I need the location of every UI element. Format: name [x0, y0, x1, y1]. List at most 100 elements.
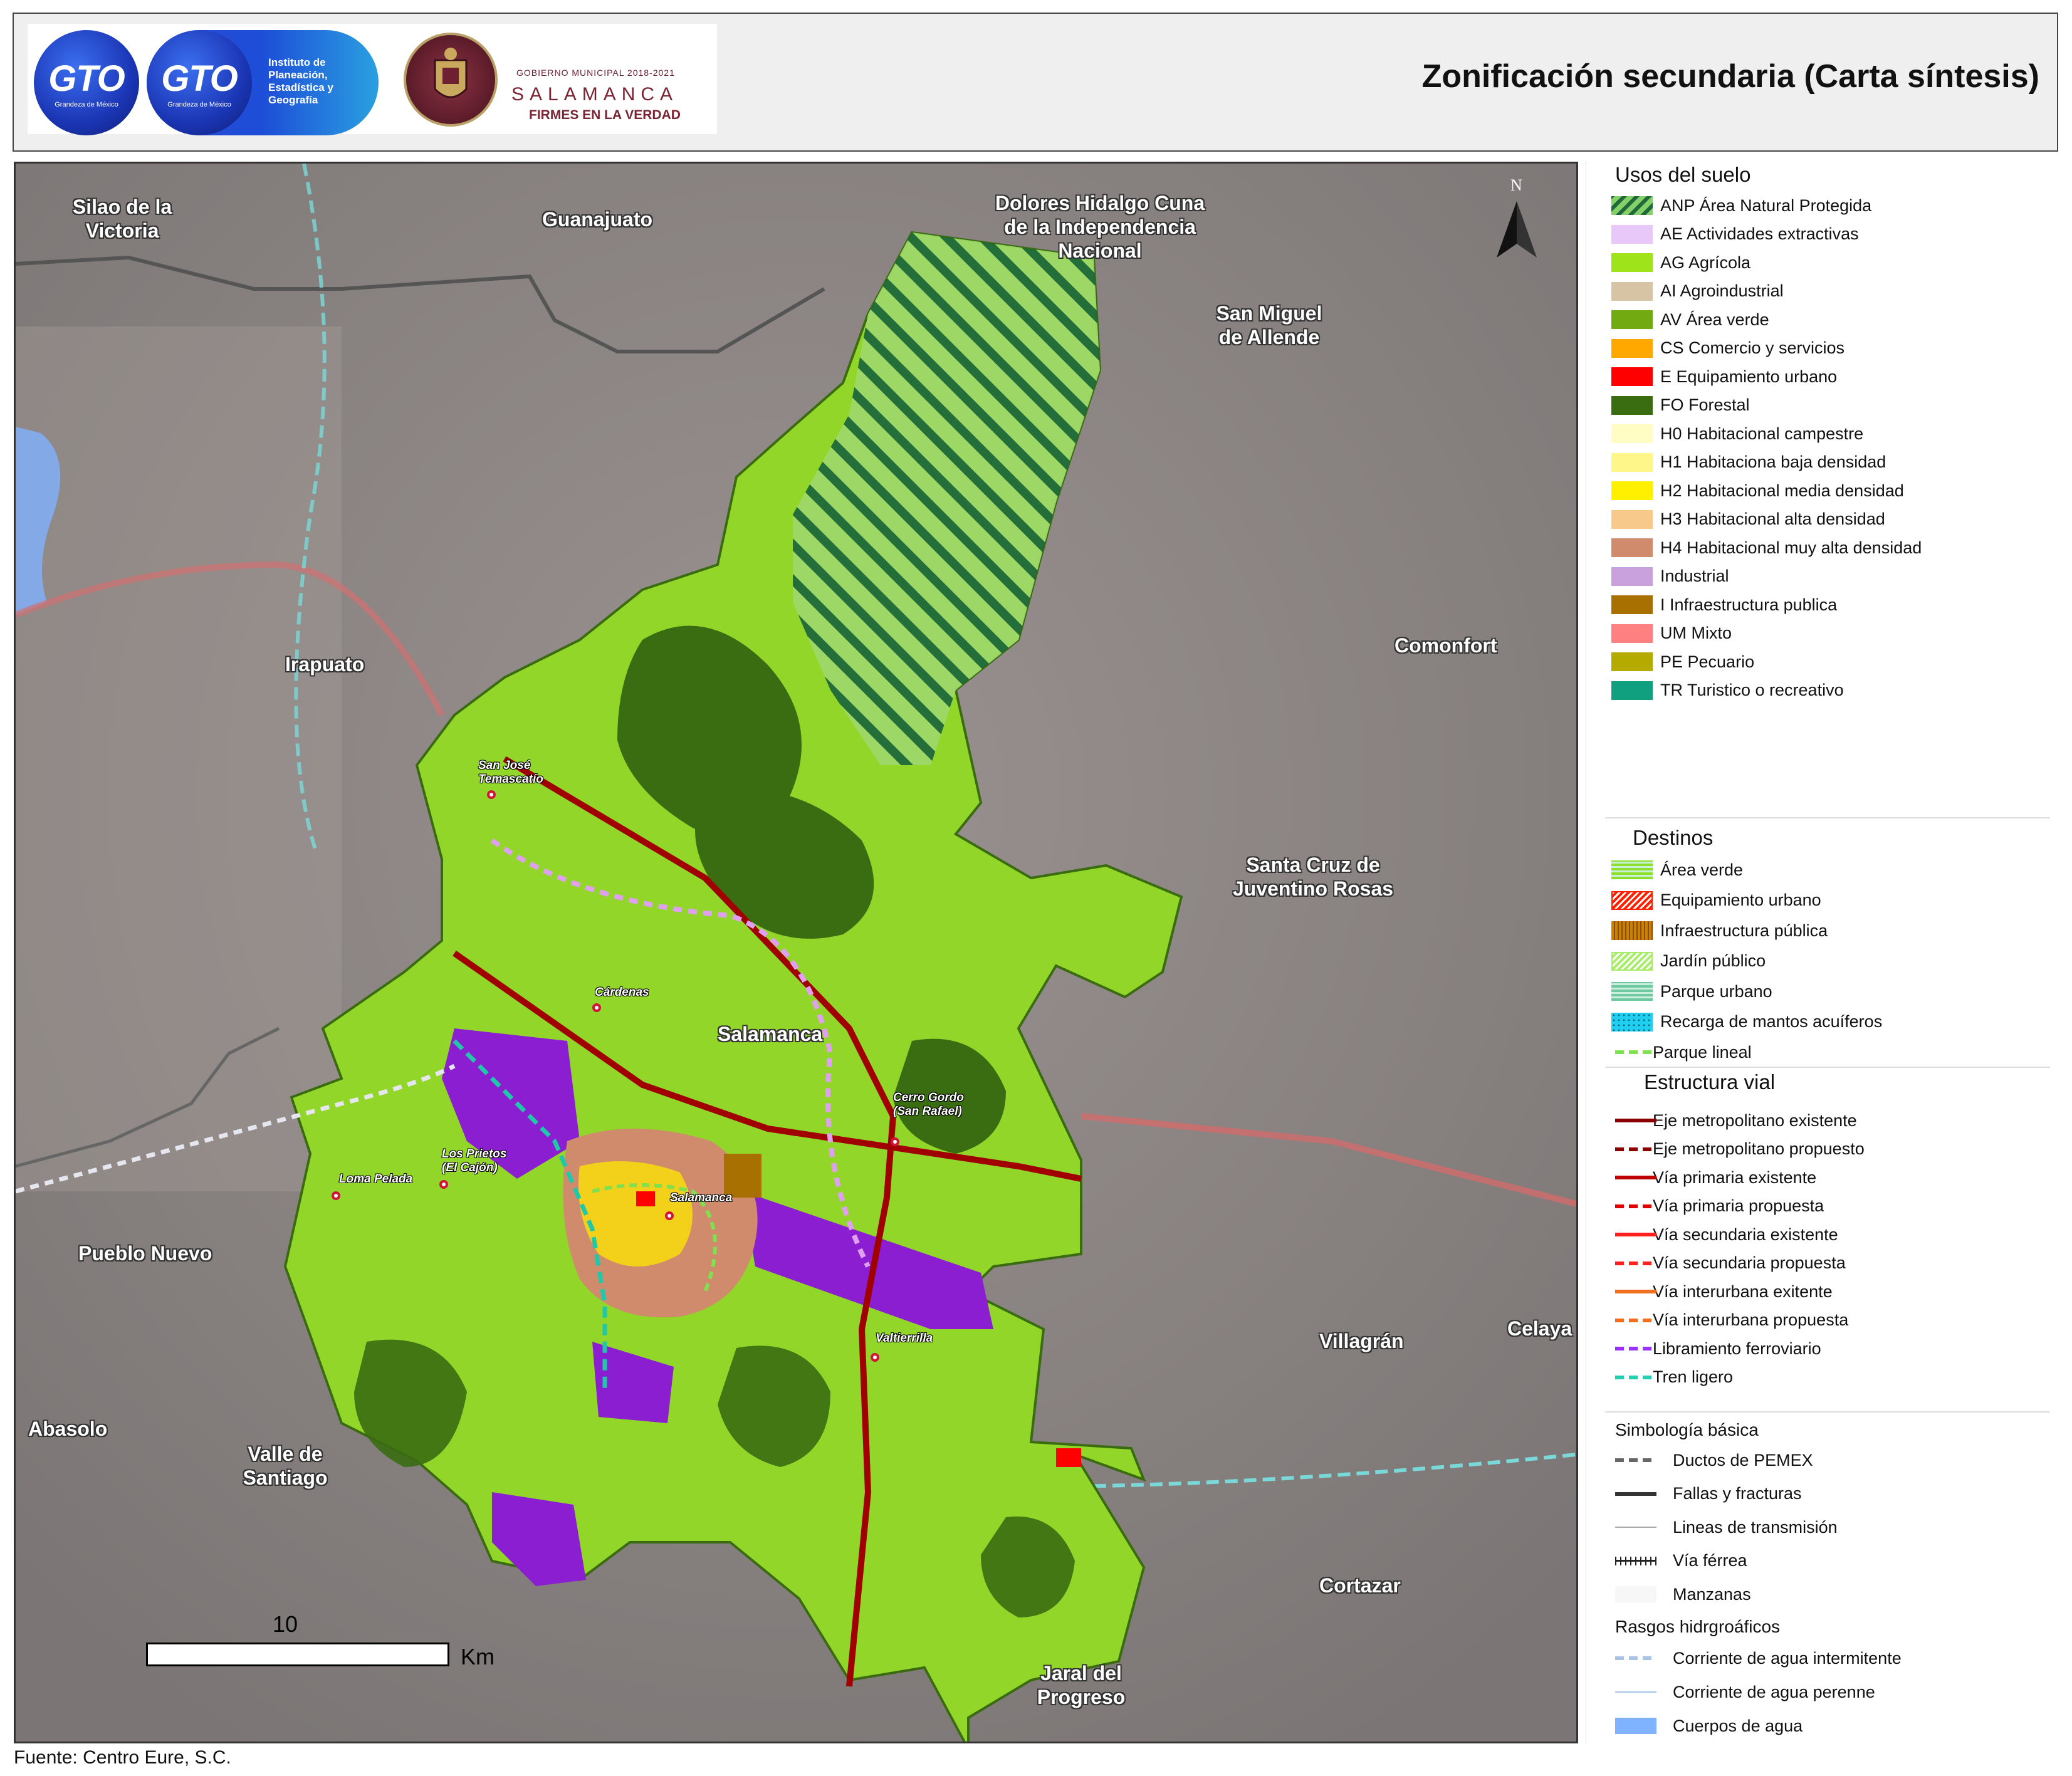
- legend-item: Tren ligero: [1611, 1365, 1733, 1390]
- iplaneg-gto-text: GTO: [161, 58, 238, 99]
- legend-line-swatch: [1611, 1282, 1660, 1301]
- legend-line-swatch: [1611, 1197, 1660, 1216]
- equipment-spot: [1056, 1448, 1081, 1467]
- locality-pin: [665, 1211, 674, 1220]
- legend-item-label: Vía interurbana exitente: [1653, 1282, 1833, 1301]
- legend-item: Vía interurbana propuesta: [1611, 1308, 1848, 1333]
- legend-item-label: Recarga de mantos acuíferos: [1660, 1012, 1883, 1031]
- place-label-irapuato: Irapuato: [285, 653, 365, 676]
- iplaneg-name: Instituto de Planeación, Estadística y G…: [268, 56, 333, 106]
- legend-item: Eje metropolitano propuesto: [1611, 1137, 1865, 1162]
- legend-panel: Usos del suelo ANP Área Natural Protegid…: [1586, 162, 2058, 1743]
- legend-item: Libramiento ferroviario: [1611, 1336, 1821, 1361]
- legend-item: H1 Habitaciona baja densidad: [1611, 450, 1886, 475]
- legend-item: Parque urbano: [1611, 979, 1772, 1004]
- legend-item-label: Tren ligero: [1653, 1367, 1734, 1386]
- legend-item: FO Forestal: [1611, 393, 1750, 418]
- legend-item: Infraestructura pública: [1611, 918, 1828, 943]
- legend-swatch: [1611, 538, 1653, 557]
- legend-item: Jardín público: [1611, 949, 1766, 974]
- salamanca-seal-icon: [404, 33, 498, 127]
- legend-item: Fallas y fracturas: [1611, 1481, 1802, 1507]
- legend-item-label: FO Forestal: [1660, 395, 1750, 414]
- scale-bar-graphic: [146, 1643, 449, 1666]
- iplaneg-gto-subtitle: Grandeza de México: [167, 100, 231, 108]
- legend-item-label: TR Turistico o recreativo: [1660, 681, 1844, 699]
- place-label-guanajuato: Guanajuato: [542, 208, 653, 231]
- place-label-celaya: Celaya: [1507, 1317, 1572, 1340]
- legend-item: Área verde: [1611, 857, 1743, 882]
- legend-item-label: AE Actividades extractivas: [1660, 224, 1859, 243]
- locality-label-los-prietos: Los Prietos (El Cajón): [442, 1147, 507, 1174]
- legend-swatch: [1611, 452, 1653, 472]
- legend-line-swatch: [1611, 1585, 1660, 1604]
- legend-item-label: Industrial: [1660, 567, 1729, 585]
- legend-item-label: Infraestructura pública: [1660, 921, 1828, 940]
- legend-line-swatch: [1611, 1518, 1660, 1537]
- legend-item-label: PE Pecuario: [1660, 652, 1755, 671]
- legend-line-swatch: [1611, 1485, 1660, 1503]
- legend-line-swatch: [1611, 1043, 1660, 1062]
- legend-swatch: [1611, 367, 1653, 386]
- legend-item: AI Agroindustrial: [1611, 279, 1784, 304]
- legend-item: Corriente de agua perenne: [1611, 1679, 1875, 1705]
- legend-item: Cuerpos de agua: [1611, 1713, 1803, 1738]
- locality-pin: [871, 1353, 879, 1362]
- map-view[interactable]: Silao de la Victoria Guanajuato Dolores …: [14, 162, 1578, 1743]
- legend-line-swatch: [1611, 1716, 1660, 1735]
- legend-swatch: [1611, 652, 1653, 671]
- legend-item-label: Vía secundaria propuesta: [1653, 1253, 1846, 1272]
- legend-item: AE Actividades extractivas: [1611, 222, 1859, 247]
- source-footer: Fuente: Centro Eure, S.C.: [14, 1747, 231, 1768]
- legend-item-label: H2 Habitacional media densidad: [1660, 481, 1904, 500]
- legend-item-label: E Equipamiento urbano: [1660, 367, 1838, 386]
- city-name: SALAMANCA: [511, 84, 679, 105]
- legend-line-swatch: [1611, 1311, 1660, 1330]
- legend-divider: [1605, 1067, 2050, 1068]
- map-title: Zonificación secundaria (Carta síntesis): [1421, 58, 2039, 95]
- legend-swatch: [1611, 509, 1653, 529]
- legend-item-label: Vía interurbana propuesta: [1653, 1310, 1849, 1329]
- legend-heading-vial: Estructura vial: [1644, 1070, 1776, 1094]
- locality-pin: [487, 790, 496, 799]
- legend-item: UM Mixto: [1611, 621, 1732, 646]
- place-label-santa-cruz: Santa Cruz de Juventino Rosas: [1232, 854, 1394, 900]
- urban-equipment: [636, 1191, 655, 1206]
- place-label-salamanca: Salamanca: [718, 1023, 823, 1045]
- legend-item-label: Área verde: [1660, 860, 1744, 879]
- gto-logo-text: GTO: [48, 58, 125, 99]
- legend-line-swatch: [1611, 1451, 1660, 1470]
- legend-item-label: UM Mixto: [1660, 624, 1732, 642]
- legend-item-label: H0 Habitacional campestre: [1660, 424, 1864, 443]
- legend-item: Vía primaria existente: [1611, 1165, 1816, 1190]
- legend-item-label: H3 Habitacional alta densidad: [1660, 509, 1885, 528]
- legend-item-label: H4 Habitacional muy alta densidad: [1660, 538, 1922, 557]
- legend-item-label: Jardín público: [1660, 951, 1766, 970]
- gobierno-label: GOBIERNO MUNICIPAL 2018-2021: [516, 68, 675, 78]
- legend-item-label: AI Agroindustrial: [1660, 281, 1784, 300]
- locality-pin: [592, 1003, 601, 1012]
- locality-label-cardenas: Cárdenas: [595, 986, 649, 999]
- legend-swatch: [1611, 595, 1653, 614]
- scale-bar: 10 Km: [135, 1611, 511, 1674]
- place-label-villagran: Villagrán: [1319, 1330, 1404, 1352]
- legend-item-label: Vía férrea: [1673, 1551, 1747, 1570]
- legend-item: Lineas de transmisión: [1611, 1515, 1838, 1540]
- legend-item: Eje metropolitano existente: [1611, 1108, 1857, 1133]
- legend-item: Vía secundaria existente: [1611, 1222, 1838, 1247]
- legend-item-label: AG Agrícola: [1660, 253, 1751, 272]
- legend-item: Vía férrea: [1611, 1549, 1747, 1574]
- legend-swatch: [1611, 1012, 1653, 1032]
- legend-item-label: Parque urbano: [1660, 981, 1772, 1001]
- legend-item: AV Área verde: [1611, 307, 1769, 332]
- legend-item-label: Cuerpos de agua: [1673, 1716, 1803, 1735]
- scale-value: 10: [273, 1611, 298, 1637]
- legend-swatch: [1611, 395, 1653, 415]
- legend-item: AG Agrícola: [1611, 250, 1750, 275]
- scale-unit: Km: [461, 1644, 494, 1669]
- legend-item: Manzanas: [1611, 1582, 1751, 1607]
- legend-item: H2 Habitacional media densidad: [1611, 478, 1904, 503]
- legend-line-swatch: [1611, 1254, 1660, 1273]
- legend-heading-simbologia: Simbología básica: [1615, 1420, 1759, 1439]
- legend-item-label: AV Área verde: [1660, 310, 1769, 329]
